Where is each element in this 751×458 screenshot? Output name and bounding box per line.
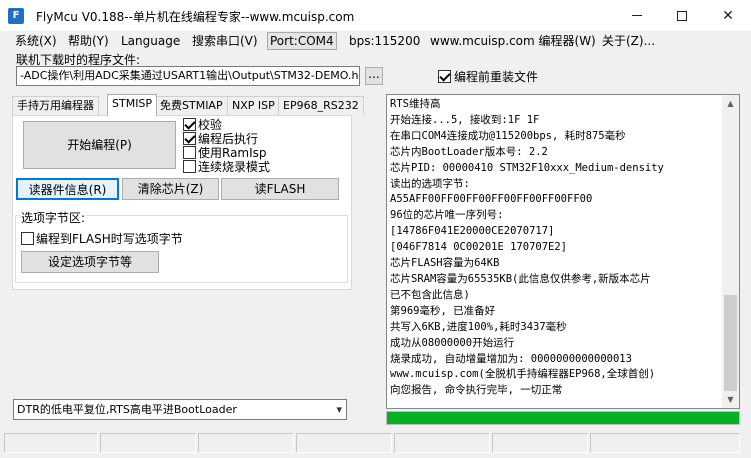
log-line: A55AFF00FF00FF00FF00FF00FF00FF00 bbox=[390, 193, 593, 206]
log-line: 开始连接...5, 接收到:1F 1F bbox=[390, 113, 540, 126]
minimize-icon bbox=[632, 15, 642, 16]
log-line: 芯片SRAM容量为65535KB(此信息仅供参考,新版本芯片 bbox=[390, 272, 651, 285]
tab-nxp-isp[interactable]: NXP ISP bbox=[227, 96, 280, 115]
status-cell-2 bbox=[100, 433, 196, 453]
menu-language[interactable]: Language bbox=[119, 33, 182, 49]
tab-stmiap[interactable]: 免费STMIAP bbox=[155, 96, 228, 115]
reset-mode-select[interactable]: DTR的低电平复位,RTS高电平进BootLoader ▾ bbox=[13, 399, 347, 420]
log-lines: RTS维持高开始连接...5, 接收到:1F 1F 在串口COM4连接成功@115… bbox=[390, 97, 720, 399]
menu-system[interactable]: 系统(X) bbox=[13, 33, 59, 49]
run-after-program-option[interactable]: 编程后执行 bbox=[183, 132, 258, 146]
verify-option[interactable]: 校验 bbox=[183, 118, 222, 132]
log-line: 96位的芯片唯一序列号: bbox=[390, 209, 504, 222]
write-option-bytes-checkbox[interactable] bbox=[21, 232, 34, 245]
browse-button[interactable]: ... bbox=[365, 67, 383, 85]
log-scrollbar[interactable]: ▲ ▼ bbox=[722, 95, 739, 408]
log-line: 已不包含此信息) bbox=[390, 288, 470, 301]
progress-bar bbox=[386, 411, 740, 425]
scroll-down-icon[interactable]: ▼ bbox=[722, 391, 739, 408]
chevron-down-icon[interactable]: ▾ bbox=[336, 400, 342, 419]
log-line: www.mcuisp.com(全脱机手持编程器EP968,全球首创) bbox=[390, 368, 656, 381]
ramisp-label: 使用RamIsp bbox=[198, 146, 267, 160]
log-line: 芯片内BootLoader版本号: 2.2 bbox=[390, 145, 548, 158]
maximize-icon bbox=[677, 10, 687, 21]
menu-bar: 系统(X) 帮助(Y) Language 搜索串口(V) Port:COM4 b… bbox=[0, 31, 751, 51]
flymcu-app-icon: F bbox=[8, 8, 24, 24]
reload-checkbox[interactable] bbox=[438, 70, 451, 83]
scrollbar-thumb[interactable] bbox=[724, 295, 737, 391]
window-title: FlyMcu V0.188--单片机在线编程专家--www.mcuisp.com bbox=[36, 10, 355, 24]
close-icon: ✕ bbox=[722, 7, 734, 24]
continuous-checkbox[interactable] bbox=[183, 160, 196, 173]
tab-ep968[interactable]: EP968_RS232 bbox=[278, 96, 364, 115]
read-flash-button[interactable]: 读FLASH bbox=[221, 178, 339, 200]
log-line: 芯片FLASH容量为64KB bbox=[390, 257, 500, 270]
status-cell-4 bbox=[296, 433, 392, 453]
reload-label: 编程前重装文件 bbox=[454, 70, 539, 84]
reload-before-program-option[interactable]: 编程前重装文件 bbox=[438, 68, 538, 85]
status-cell-7 bbox=[590, 433, 740, 453]
log-line: 烧录成功, 自动增量增加为: 0000000000000013 bbox=[390, 352, 632, 365]
scroll-up-icon[interactable]: ▲ bbox=[722, 95, 739, 112]
tab-handheld[interactable]: 手持万用编程器 bbox=[12, 96, 99, 115]
continuous-label: 连续烧录模式 bbox=[198, 160, 271, 174]
reset-mode-value: DTR的低电平复位,RTS高电平进BootLoader bbox=[17, 403, 237, 416]
log-line: [046F7814 0C00201E 170707E2] bbox=[390, 241, 568, 254]
verify-checkbox[interactable] bbox=[183, 118, 196, 131]
run-after-checkbox[interactable] bbox=[183, 132, 196, 145]
log-line: 在串口COM4连接成功@115200bps, 耗时875毫秒 bbox=[390, 129, 626, 142]
minimize-button[interactable] bbox=[614, 0, 660, 31]
log-line: 芯片PID: 00000410 STM32F10xxx_Medium-densi… bbox=[390, 161, 664, 174]
verify-label: 校验 bbox=[198, 118, 223, 132]
start-program-button[interactable]: 开始编程(P) bbox=[23, 121, 176, 169]
close-button[interactable]: ✕ bbox=[705, 0, 751, 31]
file-path-input[interactable]: -ADC操作\利用ADC采集通过USART1输出\Output\STM32-DE… bbox=[16, 66, 360, 86]
status-cell-6 bbox=[492, 433, 588, 453]
erase-chip-button[interactable]: 清除芯片(Z) bbox=[122, 178, 219, 200]
menu-baudrate[interactable]: bps:115200 bbox=[347, 33, 422, 49]
ramisp-checkbox[interactable] bbox=[183, 146, 196, 159]
progress-fill bbox=[387, 412, 739, 424]
title-bar: F FlyMcu V0.188--单片机在线编程专家--www.mcuisp.c… bbox=[0, 0, 751, 31]
menu-port[interactable]: Port:COM4 bbox=[267, 32, 337, 50]
log-line: 第969毫秒, 已准备好 bbox=[390, 304, 496, 317]
status-cell-3 bbox=[198, 433, 294, 453]
log-line: [14786F041E20000CE2070717] bbox=[390, 225, 555, 238]
tab-stmisp[interactable]: STMISP bbox=[107, 94, 158, 116]
write-option-bytes-label: 编程到FLASH时写选项字节 bbox=[36, 232, 183, 246]
run-after-label: 编程后执行 bbox=[198, 132, 259, 146]
log-line: 读出的选项字节: bbox=[390, 177, 470, 190]
log-line: 共写入6KB,进度100%,耗时3437毫秒 bbox=[390, 320, 567, 333]
log-line: RTS维持高 bbox=[390, 98, 441, 110]
status-cell-5 bbox=[394, 433, 490, 453]
continuous-burn-option[interactable]: 连续烧录模式 bbox=[183, 160, 270, 174]
status-bar bbox=[0, 429, 751, 458]
write-option-bytes-option[interactable]: 编程到FLASH时写选项字节 bbox=[21, 230, 183, 247]
status-cell-1 bbox=[4, 433, 98, 453]
menu-about[interactable]: 关于(Z)... bbox=[600, 33, 657, 49]
menu-help[interactable]: 帮助(Y) bbox=[66, 33, 111, 49]
log-line: 向您报告, 命令执行完毕, 一切正常 bbox=[390, 384, 563, 397]
use-ramisp-option[interactable]: 使用RamIsp bbox=[183, 146, 267, 160]
maximize-button[interactable] bbox=[659, 0, 705, 31]
set-option-bytes-button[interactable]: 设定选项字节等 bbox=[21, 251, 159, 273]
option-bytes-title: 选项字节区: bbox=[20, 209, 87, 226]
read-device-info-button[interactable]: 读器件信息(R) bbox=[16, 178, 119, 200]
menu-search-port[interactable]: 搜索串口(V) bbox=[190, 33, 260, 49]
log-line: 成功从08000000开始运行 bbox=[390, 336, 515, 349]
menu-programmer[interactable]: www.mcuisp.com 编程器(W) bbox=[428, 33, 598, 49]
log-output[interactable]: RTS维持高开始连接...5, 接收到:1F 1F 在串口COM4连接成功@115… bbox=[386, 94, 740, 409]
